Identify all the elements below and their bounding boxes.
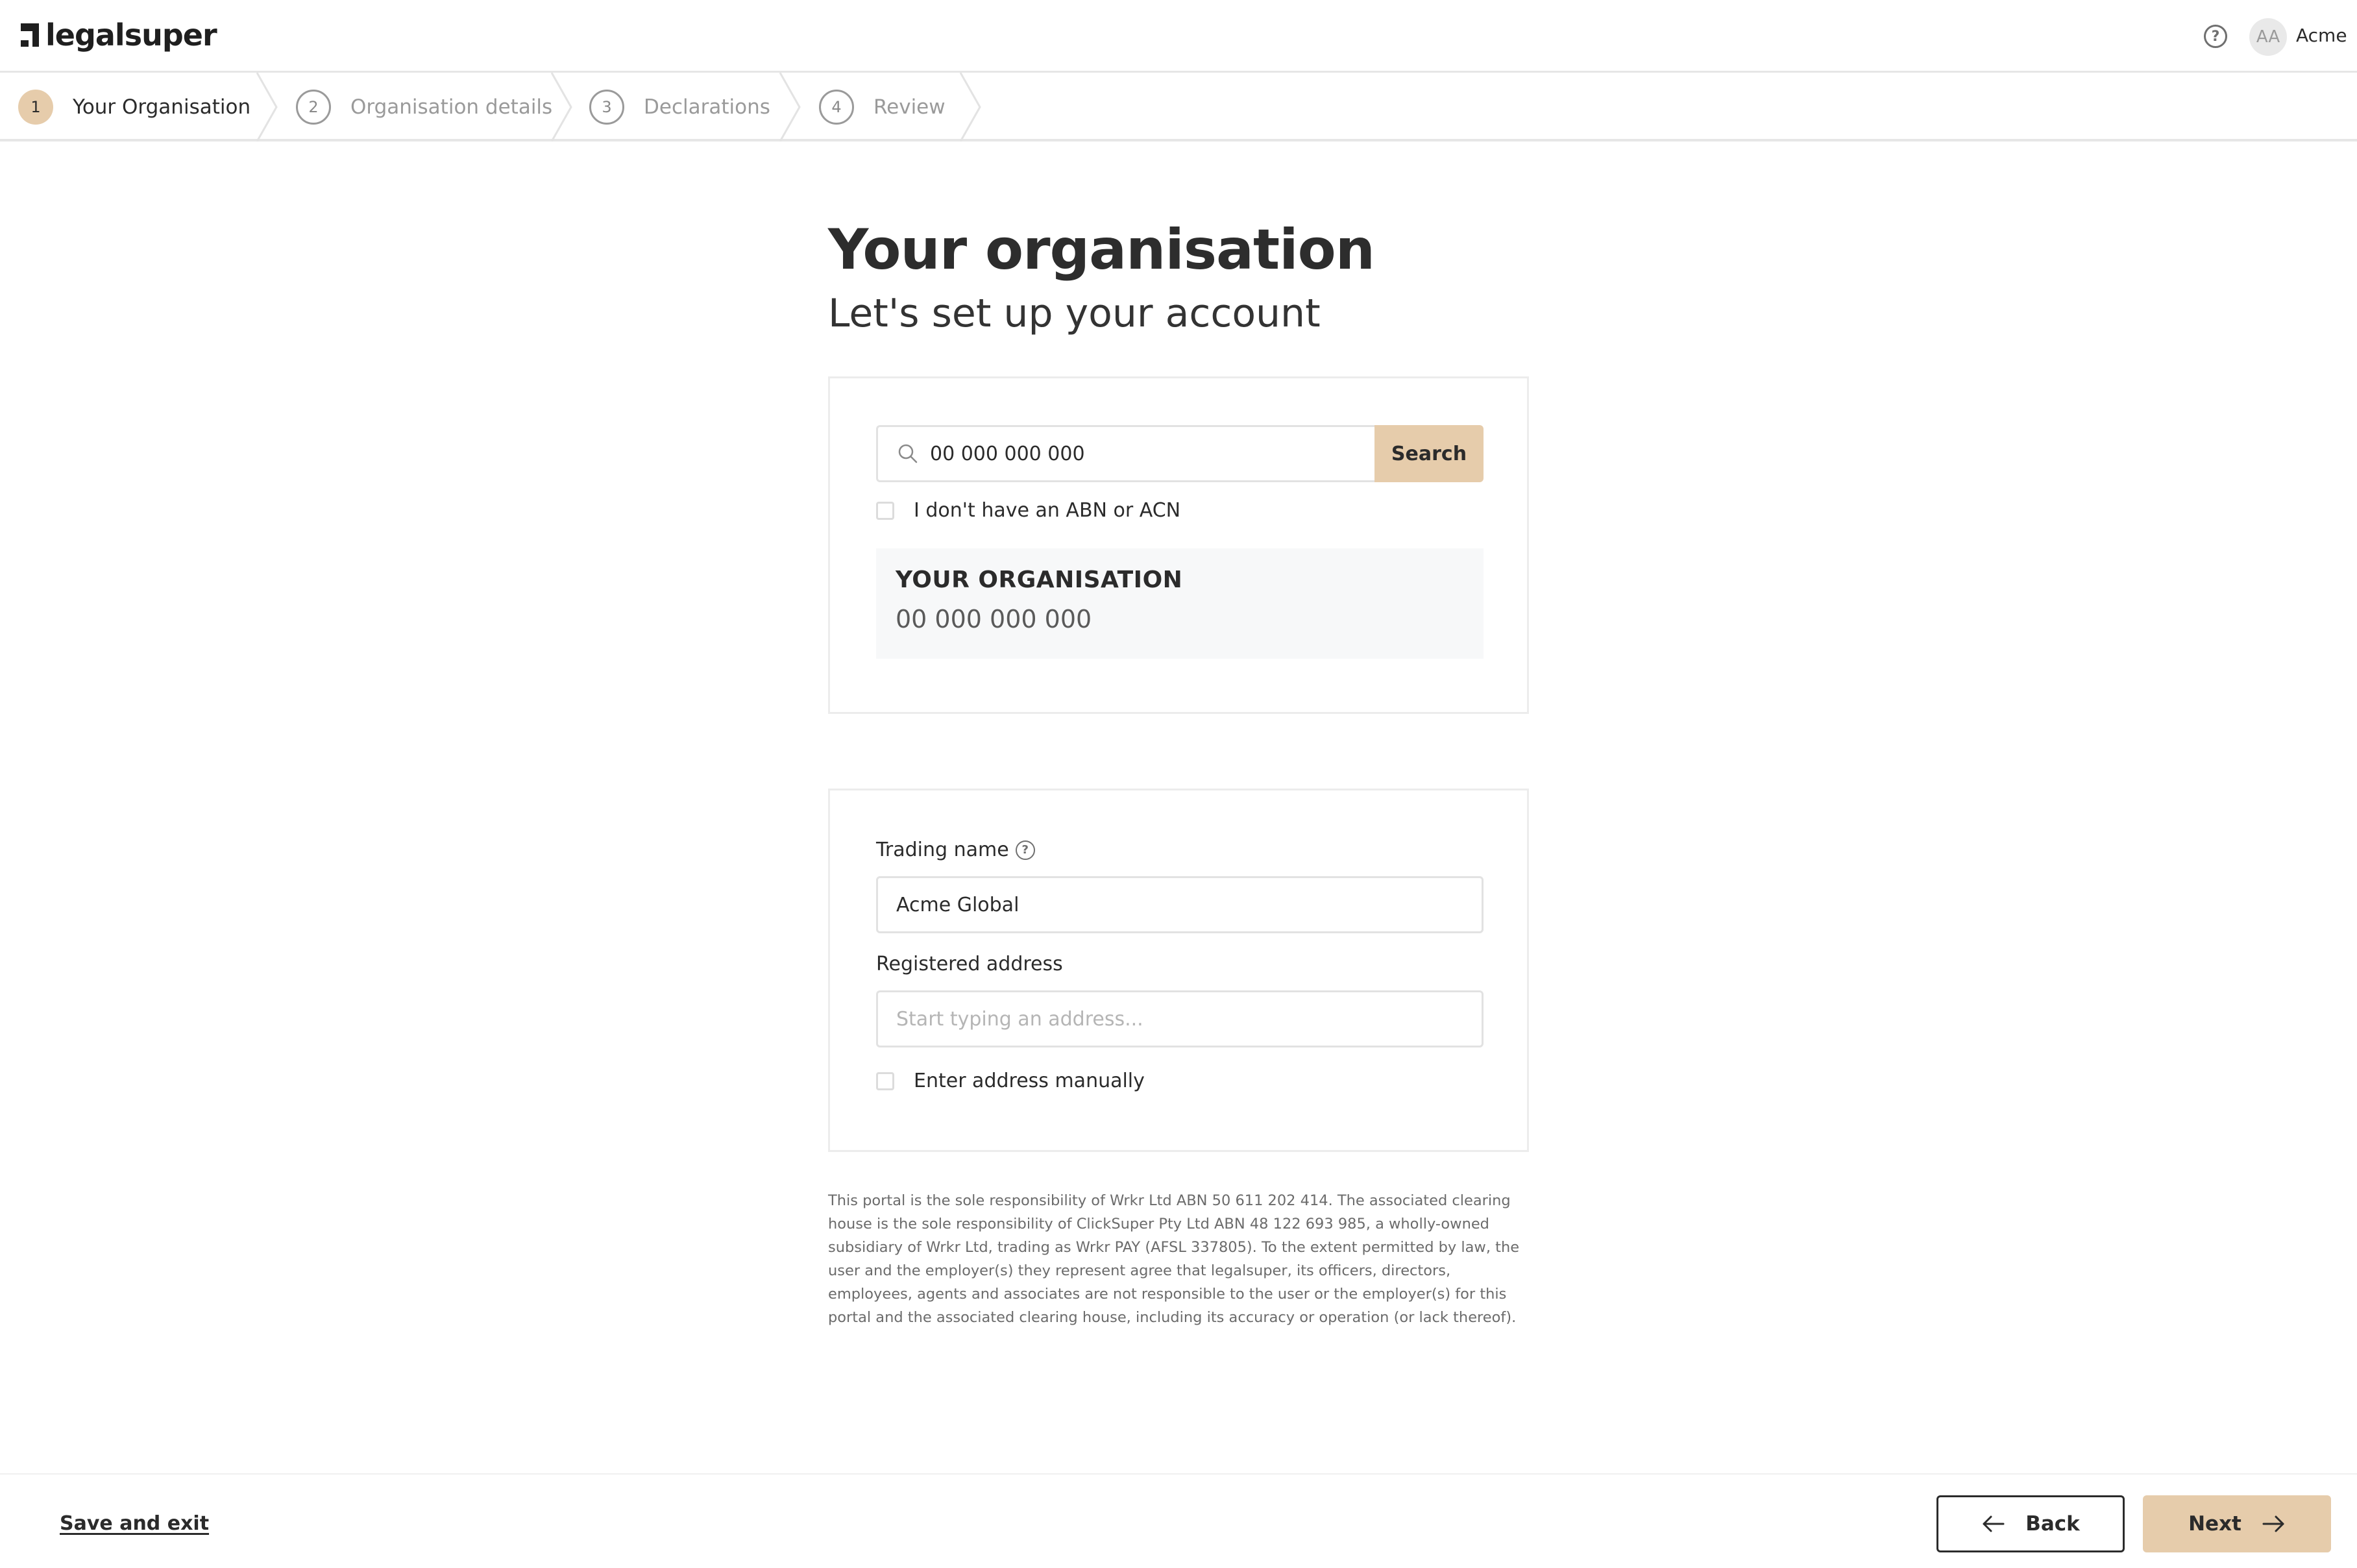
step-review[interactable]: 4 Review — [819, 88, 946, 126]
user-name[interactable]: Acme — [2296, 25, 2347, 46]
organisation-details-card: Trading name ? Registered address Enter … — [828, 789, 1529, 1152]
step-label: Your Organisation — [73, 95, 251, 119]
arrow-left-icon — [1983, 1515, 2005, 1532]
step-number: 3 — [589, 90, 624, 125]
trading-name-input[interactable] — [876, 876, 1484, 933]
organisation-abn: 00 000 000 000 — [896, 605, 1092, 633]
logo-mark-icon — [21, 23, 39, 47]
abn-search-card: Search I don't have an ABN or ACN YOUR O… — [828, 376, 1529, 714]
back-button[interactable]: Back — [1936, 1495, 2125, 1552]
question-circle-icon[interactable]: ? — [1015, 840, 1035, 860]
step-label: Declarations — [644, 95, 770, 119]
abn-search-field[interactable] — [876, 425, 1374, 482]
step-divider-chevron — [256, 73, 278, 141]
step-number: 4 — [819, 90, 854, 125]
avatar[interactable]: AA — [2249, 18, 2287, 56]
no-abn-checkbox-label: I don't have an ABN or ACN — [914, 499, 1181, 522]
help-icon[interactable]: ? — [2204, 25, 2227, 48]
brand-name: legalsuper — [45, 18, 217, 53]
step-label: Review — [873, 95, 946, 119]
brand-logo[interactable]: legalsuper — [18, 16, 217, 55]
step-number: 2 — [296, 90, 331, 125]
search-button[interactable]: Search — [1374, 425, 1484, 482]
next-button-label: Next — [2188, 1512, 2241, 1536]
step-divider-chevron — [779, 73, 801, 141]
step-your-organisation[interactable]: 1 Your Organisation — [18, 88, 250, 126]
step-organisation-details[interactable]: 2 Organisation details — [296, 88, 552, 126]
page-title: Your organisation — [828, 217, 1375, 282]
arrow-right-icon — [2262, 1515, 2284, 1532]
next-button[interactable]: Next — [2143, 1495, 2331, 1552]
step-number: 1 — [18, 90, 53, 125]
save-and-exit-link[interactable]: Save and exit — [60, 1512, 209, 1535]
progress-stepper: 1 Your Organisation 2 Organisation detai… — [0, 73, 2357, 141]
manual-address-checkbox-row[interactable]: Enter address manually — [876, 1070, 1145, 1092]
organisation-summary: YOUR ORGANISATION 00 000 000 000 — [876, 548, 1484, 659]
registered-address-label: Registered address — [876, 953, 1063, 975]
step-label: Organisation details — [350, 95, 553, 119]
step-divider-chevron — [959, 73, 981, 141]
back-button-label: Back — [2025, 1512, 2080, 1536]
trading-name-label: Trading name — [876, 839, 1009, 861]
organisation-name: YOUR ORGANISATION — [896, 567, 1183, 593]
abn-search-group: Search — [876, 425, 1484, 482]
registered-address-input[interactable] — [876, 990, 1484, 1047]
no-abn-checkbox[interactable] — [876, 501, 894, 520]
step-divider-chevron — [550, 73, 572, 141]
trading-name-label-row: Trading name ? — [876, 839, 1035, 861]
search-icon — [898, 444, 918, 463]
abn-search-input[interactable] — [929, 441, 1374, 466]
step-declarations[interactable]: 3 Declarations — [589, 88, 770, 126]
top-bar: legalsuper ? AA Acme — [0, 0, 2357, 73]
manual-address-checkbox[interactable] — [876, 1072, 894, 1090]
footer-bar: Save and exit Back Next — [0, 1473, 2357, 1568]
no-abn-checkbox-row[interactable]: I don't have an ABN or ACN — [876, 499, 1180, 522]
page-subtitle: Let's set up your account — [828, 291, 1321, 336]
legal-disclaimer: This portal is the sole responsibility o… — [828, 1192, 1520, 1326]
manual-address-checkbox-label: Enter address manually — [914, 1070, 1145, 1092]
